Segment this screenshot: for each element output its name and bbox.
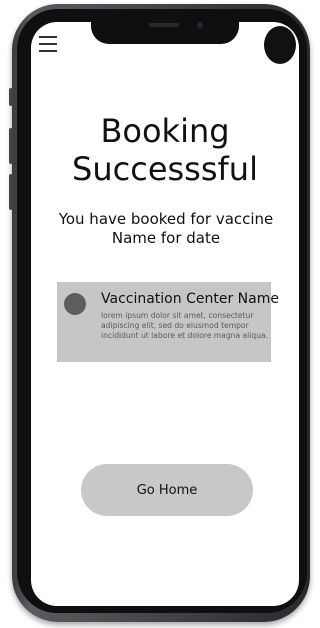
hamburger-icon[interactable]: [39, 36, 57, 52]
center-name: Vaccination Center Name: [101, 291, 279, 307]
profile-avatar[interactable]: [264, 26, 296, 64]
vaccination-center-card[interactable]: Vaccination Center Name lorem ipsum dolo…: [57, 282, 279, 362]
booking-summary-text: You have booked for vaccine Name for dat…: [58, 210, 274, 247]
speaker-grille: [149, 23, 179, 27]
phone-side-button: [9, 88, 13, 106]
page-title-line2: Successsful: [72, 150, 258, 188]
center-description: lorem ipsum dolor sit amet, consectetur …: [101, 311, 269, 340]
circle-placeholder-icon: [64, 293, 86, 315]
page-title-line1: Booking: [100, 112, 230, 150]
front-camera: [197, 22, 203, 28]
phone-notch: [91, 22, 239, 44]
app-screen: Booking Successsful You have booked for …: [31, 22, 299, 606]
phone-side-button: [9, 128, 13, 164]
phone-side-button: [9, 174, 13, 210]
page-title: Booking Successsful: [31, 112, 299, 188]
go-home-button[interactable]: Go Home: [81, 464, 253, 516]
